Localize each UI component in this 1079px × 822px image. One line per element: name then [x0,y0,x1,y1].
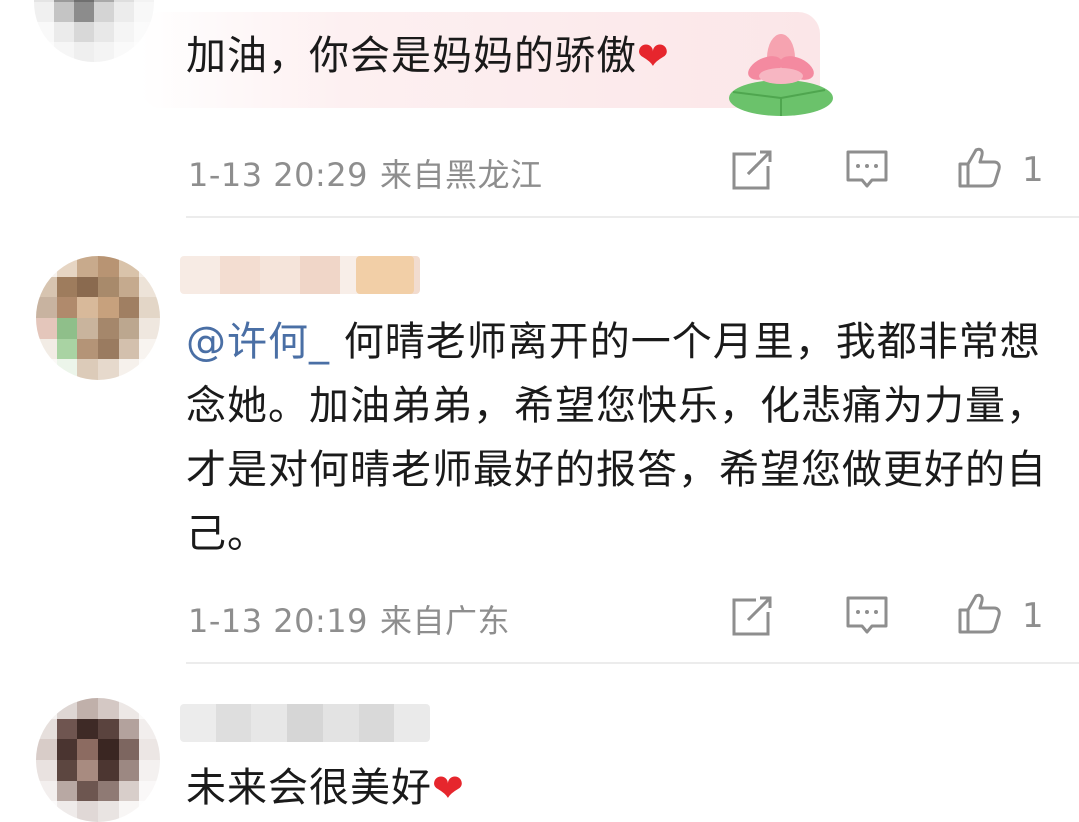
comment-text: @许何_ 何晴老师离开的一个月里，我都非常想念她。加油弟弟，希望您快乐，化悲痛为… [186,310,1056,566]
share-icon[interactable] [730,592,776,638]
share-icon[interactable] [730,146,776,192]
avatar[interactable] [36,256,160,380]
comment-meta: 1-13 20:29 来自黑龙江 [188,150,543,196]
username[interactable] [180,704,430,742]
heart-icon: ❤ [432,766,465,810]
lotus-icon [729,34,833,116]
thumbs-up-icon[interactable] [956,590,1002,636]
comment-item: 加油，你会是妈妈的骄傲❤ 1-13 20:29 来自黑龙江 1 [0,0,1079,220]
comment-text: 未来会很美好❤ [186,756,1056,820]
comment-icon[interactable] [844,146,890,192]
avatar[interactable] [36,698,160,822]
location: 来自广东 [380,602,511,640]
like-count: 1 [1022,150,1044,190]
comment-text: 加油，你会是妈妈的骄傲❤ [186,24,1056,88]
comment-item: 未来会很美好❤ [0,664,1079,822]
timestamp: 1-13 20:29 [188,156,369,194]
comment-body: 加油，你会是妈妈的骄傲 [186,33,637,79]
location: 来自黑龙江 [380,156,543,194]
timestamp: 1-13 20:19 [188,602,369,640]
divider [186,216,1079,218]
user-badge [356,256,414,294]
comment-item: @许何_ 何晴老师离开的一个月里，我都非常想念她。加油弟弟，希望您快乐，化悲痛为… [0,220,1079,664]
heart-icon: ❤ [637,34,670,78]
comment-body: 未来会很美好 [186,765,432,811]
like-count: 1 [1022,596,1044,636]
comment-icon[interactable] [844,592,890,638]
avatar[interactable] [34,0,154,62]
thumbs-up-icon[interactable] [956,144,1002,190]
mention-link[interactable]: @许何_ [186,319,330,365]
comment-meta: 1-13 20:19 来自广东 [188,596,510,642]
